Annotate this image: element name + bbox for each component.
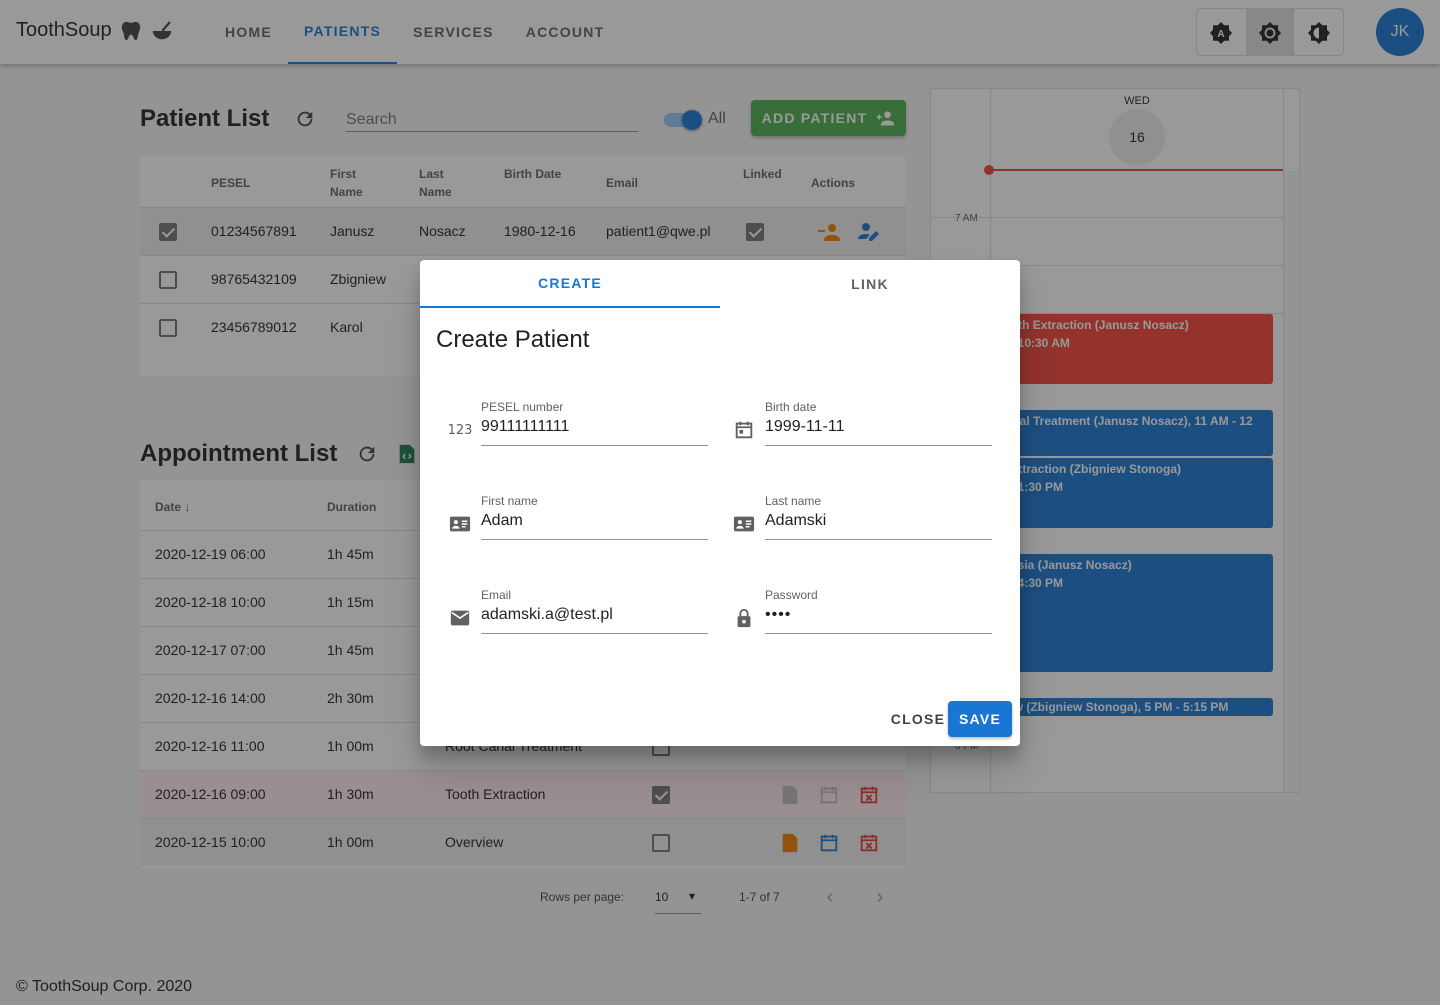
- password-label: Password: [765, 588, 818, 602]
- last-name-field[interactable]: Last name Adamski: [720, 488, 1004, 544]
- first-name-label: First name: [481, 494, 538, 508]
- numeric-icon: 123: [447, 422, 473, 438]
- dialog-title: Create Patient: [436, 326, 590, 353]
- last-name-label: Last name: [765, 494, 822, 508]
- password-input[interactable]: ••••: [765, 606, 992, 634]
- last-name-input[interactable]: Adamski: [765, 512, 992, 540]
- tab-create[interactable]: CREATE: [420, 260, 720, 308]
- save-button[interactable]: SAVE: [948, 701, 1012, 737]
- card-account-icon: [732, 512, 756, 536]
- email-input[interactable]: adamski.a@test.pl: [481, 606, 708, 634]
- card-account-icon: [448, 512, 472, 536]
- calendar-icon: [732, 418, 756, 442]
- birth-date-field[interactable]: Birth date 1999-11-11: [720, 394, 1004, 450]
- tab-link[interactable]: LINK: [720, 260, 1020, 308]
- create-patient-dialog: CREATE LINK Create Patient 123 PESEL num…: [420, 260, 1020, 746]
- lock-icon: [732, 606, 756, 630]
- password-field[interactable]: Password ••••: [720, 582, 1004, 638]
- pesel-field[interactable]: 123 PESEL number 99111111111: [436, 394, 720, 450]
- pesel-input[interactable]: 99111111111: [481, 418, 708, 446]
- first-name-input[interactable]: Adam: [481, 512, 708, 540]
- email-label: Email: [481, 588, 512, 602]
- birth-date-input[interactable]: 1999-11-11: [765, 418, 992, 446]
- email-field[interactable]: Email adamski.a@test.pl: [436, 582, 720, 638]
- first-name-field[interactable]: First name Adam: [436, 488, 720, 544]
- email-icon: [448, 606, 472, 630]
- birth-date-label: Birth date: [765, 400, 817, 414]
- pesel-label: PESEL number: [481, 400, 564, 414]
